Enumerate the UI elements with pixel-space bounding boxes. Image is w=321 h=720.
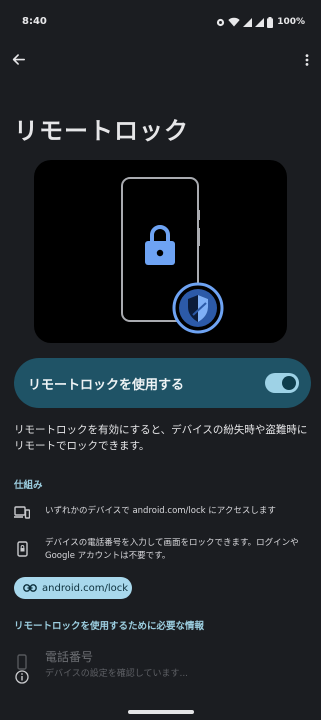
smartphone-icon bbox=[14, 654, 30, 670]
page-title: リモートロック bbox=[14, 117, 189, 145]
battery-icon bbox=[267, 16, 274, 28]
back-button[interactable] bbox=[8, 50, 28, 70]
toggle-label: リモートロックを使用する bbox=[28, 378, 185, 393]
signal-icon bbox=[243, 17, 253, 27]
status-bar: 8:40 100% bbox=[0, 0, 321, 40]
battery-percentage: 100% bbox=[277, 17, 305, 27]
remote-lock-toggle-card[interactable]: リモートロックを使用する bbox=[14, 358, 311, 408]
phone-lock-icon bbox=[14, 541, 30, 557]
shield-icon bbox=[171, 281, 225, 339]
status-icons: 100% bbox=[216, 15, 305, 29]
android-lock-link-chip[interactable]: android.com/lock bbox=[14, 577, 132, 599]
chip-label: android.com/lock bbox=[42, 582, 129, 594]
more-options-button[interactable] bbox=[301, 50, 313, 70]
remote-lock-switch[interactable] bbox=[265, 373, 299, 393]
more-vert-icon bbox=[305, 51, 309, 70]
status-time: 8:40 bbox=[22, 16, 47, 27]
phone-number-title: 電話番号 bbox=[45, 650, 94, 664]
phone-number-status: デバイスの設定を確認しています... bbox=[45, 669, 189, 679]
lock-icon bbox=[144, 224, 176, 270]
link-icon bbox=[23, 581, 37, 595]
required-info-heading: リモートロックを使用するために必要な情報 bbox=[14, 621, 205, 632]
how-it-works-step-1: いずれかのデバイスで android.com/lock にアクセスします bbox=[45, 506, 276, 516]
signal-icon bbox=[255, 17, 265, 27]
gesture-navigation-bar[interactable] bbox=[128, 710, 194, 714]
switch-knob bbox=[282, 376, 296, 390]
description-text: リモートロックを有効にすると、デバイスの紛失時や盗難時にリモートでロックできます… bbox=[14, 424, 308, 452]
devices-icon bbox=[14, 504, 30, 520]
info-icon bbox=[14, 669, 30, 685]
how-it-works-heading: 仕組み bbox=[14, 480, 43, 491]
arrow-back-icon bbox=[12, 51, 25, 70]
app-bar bbox=[0, 46, 321, 78]
how-it-works-step-2: デバイスの電話番号を入力して画面をロックできます。ログインやGoogle アカウ… bbox=[45, 538, 299, 561]
hero-illustration bbox=[34, 160, 287, 343]
wifi-icon bbox=[228, 17, 240, 27]
privacy-dot-icon bbox=[216, 18, 225, 27]
